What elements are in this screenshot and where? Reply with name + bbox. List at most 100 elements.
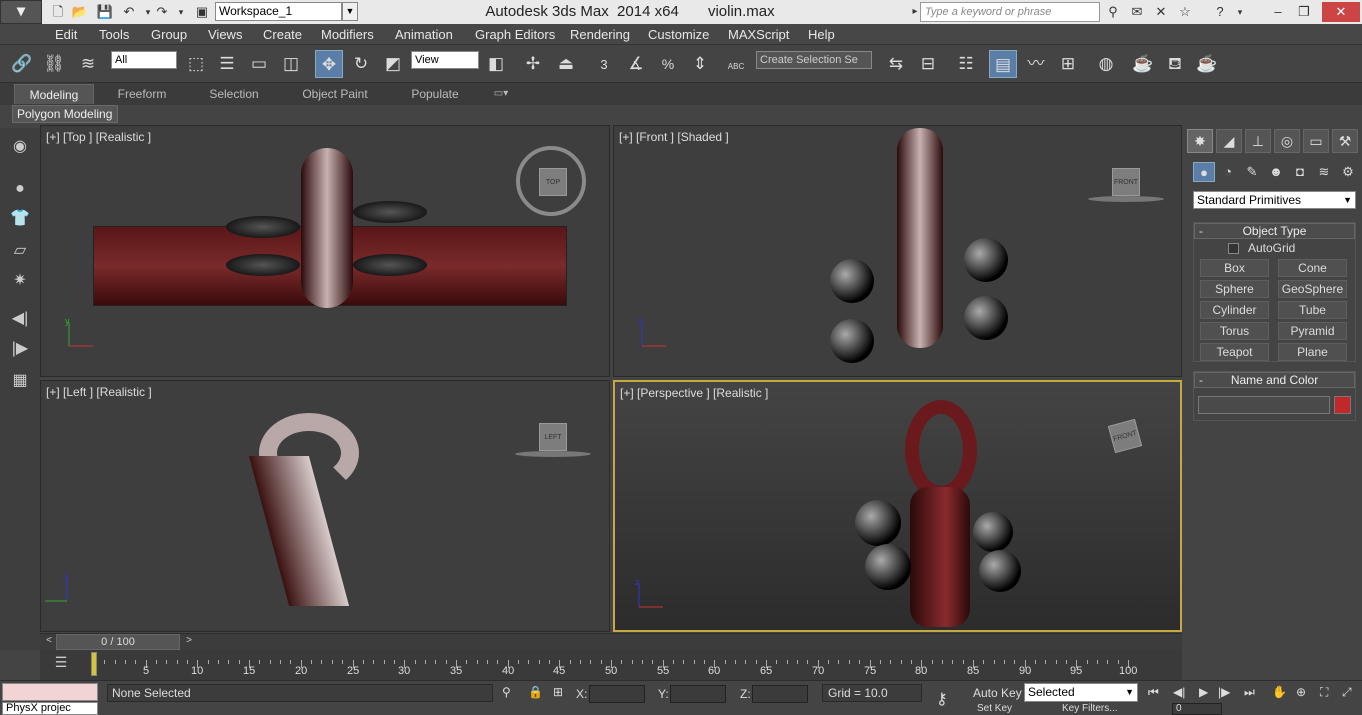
material-editor-icon[interactable]: ◍ bbox=[1092, 50, 1120, 78]
graphite-toolbar-icon[interactable]: ▤ bbox=[989, 50, 1017, 78]
play-icon[interactable]: ▶ bbox=[1199, 685, 1208, 699]
set-key-button[interactable]: Set Key bbox=[977, 703, 1012, 714]
zoom-extents-icon[interactable]: ⊕ bbox=[1296, 685, 1306, 699]
maximize-viewport-icon[interactable]: ⤢ bbox=[1342, 685, 1352, 700]
close-window-icon[interactable]: ✕ bbox=[1322, 2, 1360, 22]
minimize-window-icon[interactable]: – bbox=[1268, 2, 1288, 22]
particles-icon[interactable]: ✷ bbox=[6, 268, 34, 294]
utilities-tab-icon[interactable]: ⚒ bbox=[1332, 129, 1358, 153]
tab-modeling[interactable]: Modeling bbox=[14, 84, 94, 104]
name-and-color-rollout-header[interactable]: - Name and Color bbox=[1194, 372, 1355, 388]
select-and-manipulate-icon[interactable]: ✢ bbox=[519, 50, 547, 78]
scene-explorer-icon[interactable]: ◉ bbox=[6, 134, 34, 160]
help-dropdown-icon[interactable]: ▾ bbox=[1230, 2, 1250, 22]
exchange-icon[interactable]: ✕ bbox=[1151, 2, 1171, 22]
auto-key-button[interactable]: Auto Key bbox=[973, 686, 1022, 700]
pyramid-button[interactable]: Pyramid bbox=[1278, 322, 1347, 340]
object-type-rollout-header[interactable]: - Object Type bbox=[1194, 223, 1355, 239]
communication-center-icon[interactable]: ✉ bbox=[1127, 2, 1147, 22]
menu-tools[interactable]: Tools bbox=[99, 27, 129, 42]
ribbon-options-icon[interactable]: ▭▾ bbox=[486, 84, 516, 104]
time-slider-thumb[interactable]: 0 / 100 bbox=[56, 634, 180, 650]
spinner-snap-icon[interactable]: ⇕ bbox=[686, 50, 714, 78]
binoculars-icon[interactable]: ⚲ bbox=[1103, 2, 1123, 22]
window-crossing-icon[interactable]: ◫ bbox=[277, 50, 305, 78]
absolute-relative-toggle-icon[interactable]: ⊞ bbox=[553, 685, 563, 699]
chevron-down-icon[interactable]: ▼ bbox=[342, 2, 358, 21]
sphere-primitive-icon[interactable]: ● bbox=[6, 176, 34, 202]
torus-button[interactable]: Torus bbox=[1200, 322, 1269, 340]
key-icon[interactable]: ⚷ bbox=[936, 689, 948, 709]
angle-snap-icon[interactable]: ∡ bbox=[622, 50, 650, 78]
menu-help[interactable]: Help bbox=[808, 27, 835, 42]
helpers-icon[interactable]: ◘ bbox=[1289, 162, 1311, 182]
next-key-icon[interactable]: |▶ bbox=[1218, 685, 1230, 699]
snaps-toggle-icon[interactable]: 3 bbox=[590, 50, 618, 78]
new-file-icon[interactable]: 🗋 bbox=[48, 2, 68, 22]
zoom-extents-selected-icon[interactable]: ⛶ bbox=[1320, 685, 1328, 700]
rotate-icon[interactable]: ↻ bbox=[347, 50, 375, 78]
current-frame-marker[interactable] bbox=[91, 652, 97, 676]
menu-maxscript[interactable]: MAXScript bbox=[728, 27, 789, 42]
maxscript-listener-input[interactable] bbox=[2, 683, 98, 701]
viewcube[interactable]: LEFT bbox=[539, 423, 567, 451]
align-icon[interactable]: ⊟ bbox=[914, 50, 942, 78]
z-coordinate-field[interactable] bbox=[752, 685, 808, 703]
track-view-icon[interactable]: ☰ bbox=[48, 654, 74, 676]
application-menu-button[interactable]: ▾ bbox=[0, 0, 42, 24]
search-input[interactable]: Type a keyword or phrase bbox=[920, 2, 1100, 22]
viewport-perspective[interactable]: [+] [Perspective ] [Realistic ] FRONT z bbox=[613, 380, 1182, 632]
y-coordinate-field[interactable] bbox=[670, 685, 726, 703]
track-bar[interactable]: ☰ 05101520253035404550556065707580859095… bbox=[40, 650, 1182, 680]
schematic-view-icon[interactable]: ⊞ bbox=[1054, 50, 1082, 78]
teapot-button[interactable]: Teapot bbox=[1200, 343, 1269, 361]
curve-editor-icon[interactable]: 〰 bbox=[1022, 50, 1050, 78]
viewcube[interactable]: TOP bbox=[539, 168, 567, 196]
box-button[interactable]: Box bbox=[1200, 259, 1269, 277]
viewport-label[interactable]: [+] [Perspective ] [Realistic ] bbox=[620, 386, 768, 400]
named-selection-sets-dropdown[interactable]: Create Selection Se bbox=[756, 51, 872, 69]
viewport-label[interactable]: [+] [Top ] [Realistic ] bbox=[46, 130, 151, 144]
tab-selection[interactable]: Selection bbox=[196, 84, 272, 104]
display-tab-icon[interactable]: ▭ bbox=[1303, 129, 1329, 153]
next-frame-icon[interactable]: > bbox=[182, 635, 196, 649]
menu-edit[interactable]: Edit bbox=[55, 27, 77, 42]
scale-icon[interactable]: ◩ bbox=[379, 50, 407, 78]
menu-modifiers[interactable]: Modifiers bbox=[321, 27, 374, 42]
go-to-start-icon[interactable]: ⏮ bbox=[1148, 685, 1159, 700]
menu-animation[interactable]: Animation bbox=[395, 27, 453, 42]
selection-filter-dropdown[interactable]: All bbox=[111, 51, 177, 69]
selection-lock-icon[interactable]: 🔒 bbox=[528, 685, 543, 699]
previous-frame-icon[interactable]: < bbox=[42, 635, 56, 649]
viewport-tool-1-icon[interactable]: ◀| bbox=[6, 306, 34, 332]
viewcube[interactable]: FRONT bbox=[1107, 418, 1143, 454]
unlink-icon[interactable]: ⛓ bbox=[40, 50, 68, 78]
zoom-icon[interactable]: ✋ bbox=[1272, 685, 1287, 699]
menu-graph-editors[interactable]: Graph Editors bbox=[475, 27, 555, 42]
viewport-label[interactable]: [+] [Left ] [Realistic ] bbox=[46, 385, 152, 399]
tab-populate[interactable]: Populate bbox=[400, 84, 470, 104]
isolate-selection-icon[interactable]: ⚲ bbox=[502, 685, 511, 699]
viewport-tool-2-icon[interactable]: |▶ bbox=[6, 336, 34, 362]
tab-freeform[interactable]: Freeform bbox=[104, 84, 180, 104]
viewport-front[interactable]: [+] [Front ] [Shaded ] FRONT z bbox=[613, 125, 1182, 377]
pivot-center-icon[interactable]: ◧ bbox=[482, 50, 510, 78]
plane-button[interactable]: Plane bbox=[1278, 343, 1347, 361]
percent-snap-icon[interactable]: % bbox=[654, 50, 682, 78]
undo-icon[interactable]: ↶ bbox=[119, 2, 139, 22]
systems-icon[interactable]: ⚙ bbox=[1337, 162, 1359, 182]
previous-key-icon[interactable]: ◀| bbox=[1173, 685, 1185, 699]
viewport-label[interactable]: [+] [Front ] [Shaded ] bbox=[619, 130, 729, 144]
create-tab-icon[interactable]: ✸ bbox=[1187, 129, 1213, 153]
help-icon[interactable]: ? bbox=[1210, 2, 1230, 22]
save-icon[interactable]: 💾 bbox=[95, 2, 115, 22]
link-icon[interactable]: 🔗 bbox=[8, 50, 36, 78]
redo-dropdown-icon[interactable]: ▾ bbox=[171, 2, 191, 22]
cameras-icon[interactable]: ☻ bbox=[1265, 162, 1287, 182]
viewcube[interactable]: FRONT bbox=[1112, 168, 1140, 196]
rendered-frame-window-icon[interactable]: ⛾ bbox=[1161, 50, 1189, 78]
primitive-category-dropdown[interactable]: Standard Primitives ▼ bbox=[1193, 191, 1356, 209]
sphere-button[interactable]: Sphere bbox=[1200, 280, 1269, 298]
favorites-star-icon[interactable]: ☆ bbox=[1175, 2, 1195, 22]
menu-views[interactable]: Views bbox=[208, 27, 242, 42]
